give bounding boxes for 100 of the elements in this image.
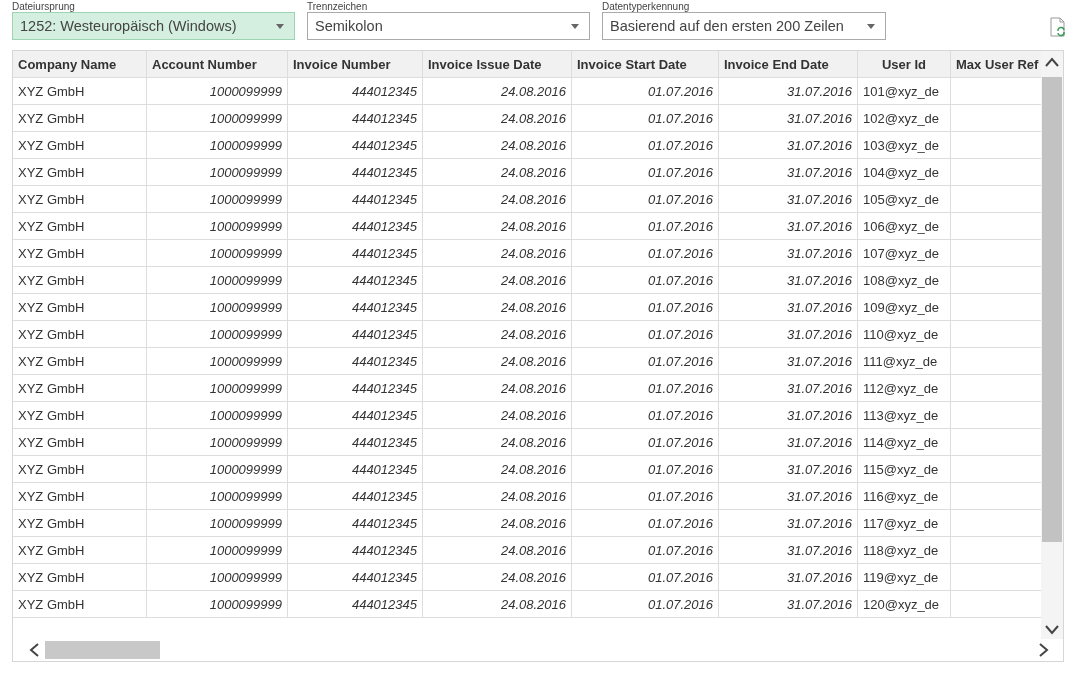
- table-cell: 444012345: [287, 104, 423, 132]
- table-cell: 444012345: [287, 212, 423, 240]
- dropdown[interactable]: Basierend auf den ersten 200 Zeilen: [602, 12, 886, 40]
- table-cell: XYZ GmbH: [13, 266, 147, 294]
- table-cell: 444012345: [287, 563, 423, 591]
- table-cell: 24.08.2016: [422, 563, 572, 591]
- table-cell: XYZ GmbH: [13, 320, 147, 348]
- table-cell: 1000099999: [146, 590, 288, 618]
- table-cell: 24.08.2016: [422, 293, 572, 321]
- table-cell: 113@xyz_de: [857, 401, 951, 429]
- table-cell: 01.07.2016: [571, 185, 719, 213]
- scrollbar-thumb[interactable]: [1042, 77, 1062, 542]
- table-cell: 01.07.2016: [571, 77, 719, 105]
- table-cell: 1000099999: [146, 158, 288, 186]
- table-cell: 1000099999: [146, 509, 288, 537]
- table-cell: 1000099999: [146, 212, 288, 240]
- table-cell: XYZ GmbH: [13, 104, 147, 132]
- table-cell: 1000099999: [146, 239, 288, 267]
- column-header[interactable]: Account Number: [146, 51, 288, 78]
- refresh-document-icon[interactable]: [1050, 17, 1066, 37]
- table-cell: 31.07.2016: [718, 185, 858, 213]
- table-cell: XYZ GmbH: [13, 428, 147, 456]
- table-cell: 1000099999: [146, 131, 288, 159]
- scroll-left-icon[interactable]: [29, 643, 39, 657]
- table-cell: 24.08.2016: [422, 320, 572, 348]
- table-cell: 24.08.2016: [422, 509, 572, 537]
- column-header[interactable]: User Id: [857, 51, 951, 78]
- table-cell: 01.07.2016: [571, 482, 719, 510]
- column-header[interactable]: Invoice End Date: [718, 51, 858, 78]
- table-cell: 31.07.2016: [718, 293, 858, 321]
- table-cell: 01.07.2016: [571, 320, 719, 348]
- table-cell: 01.07.2016: [571, 104, 719, 132]
- column-header[interactable]: Max User Ref: [950, 51, 1042, 78]
- table-cell: XYZ GmbH: [13, 509, 147, 537]
- caret-icon: [571, 23, 579, 29]
- column-header[interactable]: Invoice Start Date: [571, 51, 719, 78]
- table-cell: 111@xyz_de: [857, 347, 951, 375]
- table-cell: XYZ GmbH: [13, 158, 147, 186]
- table-cell: 31.07.2016: [718, 428, 858, 456]
- table-cell: 24.08.2016: [422, 482, 572, 510]
- table-cell: 24.08.2016: [422, 104, 572, 132]
- table-cell: 01.07.2016: [571, 401, 719, 429]
- table-cell: 31.07.2016: [718, 536, 858, 564]
- table-cell: 1000099999: [146, 455, 288, 483]
- table-cell: 31.07.2016: [718, 158, 858, 186]
- table-cell: 31.07.2016: [718, 104, 858, 132]
- vertical-scrollbar[interactable]: [1041, 51, 1063, 639]
- column-header[interactable]: Invoice Number: [287, 51, 423, 78]
- table-cell: 444012345: [287, 428, 423, 456]
- dropdown[interactable]: 1252: Westeuropäisch (Windows): [12, 12, 295, 40]
- table-cell: 109@xyz_de: [857, 293, 951, 321]
- table-cell: 31.07.2016: [718, 563, 858, 591]
- table-cell: 24.08.2016: [422, 374, 572, 402]
- table-cell: 103@xyz_de: [857, 131, 951, 159]
- table-cell: 102@xyz_de: [857, 104, 951, 132]
- table-cell: 101@xyz_de: [857, 77, 951, 105]
- scroll-up-icon[interactable]: [1045, 57, 1059, 67]
- table-cell: 1000099999: [146, 428, 288, 456]
- column-header[interactable]: Invoice Issue Date: [422, 51, 572, 78]
- table-cell: 31.07.2016: [718, 482, 858, 510]
- table-cell: XYZ GmbH: [13, 212, 147, 240]
- column-header[interactable]: Company Name: [13, 51, 147, 78]
- field-label: Datentyperkennung: [602, 1, 691, 12]
- table-cell: 105@xyz_de: [857, 185, 951, 213]
- caret-icon: [276, 23, 284, 29]
- table-cell: 119@xyz_de: [857, 563, 951, 591]
- table-cell: 444012345: [287, 347, 423, 375]
- table-cell: 24.08.2016: [422, 77, 572, 105]
- table-cell: 31.07.2016: [718, 77, 858, 105]
- dropdown[interactable]: Semikolon: [307, 12, 590, 40]
- table-cell: XYZ GmbH: [13, 185, 147, 213]
- table-cell: 01.07.2016: [571, 509, 719, 537]
- table-cell: XYZ GmbH: [13, 239, 147, 267]
- table-cell: 24.08.2016: [422, 401, 572, 429]
- table-cell: 01.07.2016: [571, 131, 719, 159]
- table-cell: 31.07.2016: [718, 131, 858, 159]
- table-cell: 1000099999: [146, 482, 288, 510]
- table-cell: 24.08.2016: [422, 185, 572, 213]
- table-cell: 01.07.2016: [571, 563, 719, 591]
- field-label: Dateiursprung: [12, 1, 76, 12]
- table-cell: 1000099999: [146, 347, 288, 375]
- table-cell: 444012345: [287, 239, 423, 267]
- scrollbar-thumb[interactable]: [45, 641, 160, 659]
- field-label: Trennzeichen: [307, 1, 369, 12]
- table-cell: 24.08.2016: [422, 266, 572, 294]
- table-cell: 01.07.2016: [571, 239, 719, 267]
- table-cell: 24.08.2016: [422, 131, 572, 159]
- table-cell: 104@xyz_de: [857, 158, 951, 186]
- table-cell: 31.07.2016: [718, 401, 858, 429]
- table-cell: 444012345: [287, 266, 423, 294]
- table-cell: 444012345: [287, 401, 423, 429]
- table-cell: XYZ GmbH: [13, 482, 147, 510]
- scroll-right-icon[interactable]: [1039, 643, 1049, 657]
- scroll-down-icon[interactable]: [1045, 625, 1059, 635]
- table-cell: 31.07.2016: [718, 239, 858, 267]
- table-cell: 444012345: [287, 455, 423, 483]
- table-cell: 107@xyz_de: [857, 239, 951, 267]
- table-cell: XYZ GmbH: [13, 374, 147, 402]
- table-cell: 24.08.2016: [422, 212, 572, 240]
- table-cell: XYZ GmbH: [13, 563, 147, 591]
